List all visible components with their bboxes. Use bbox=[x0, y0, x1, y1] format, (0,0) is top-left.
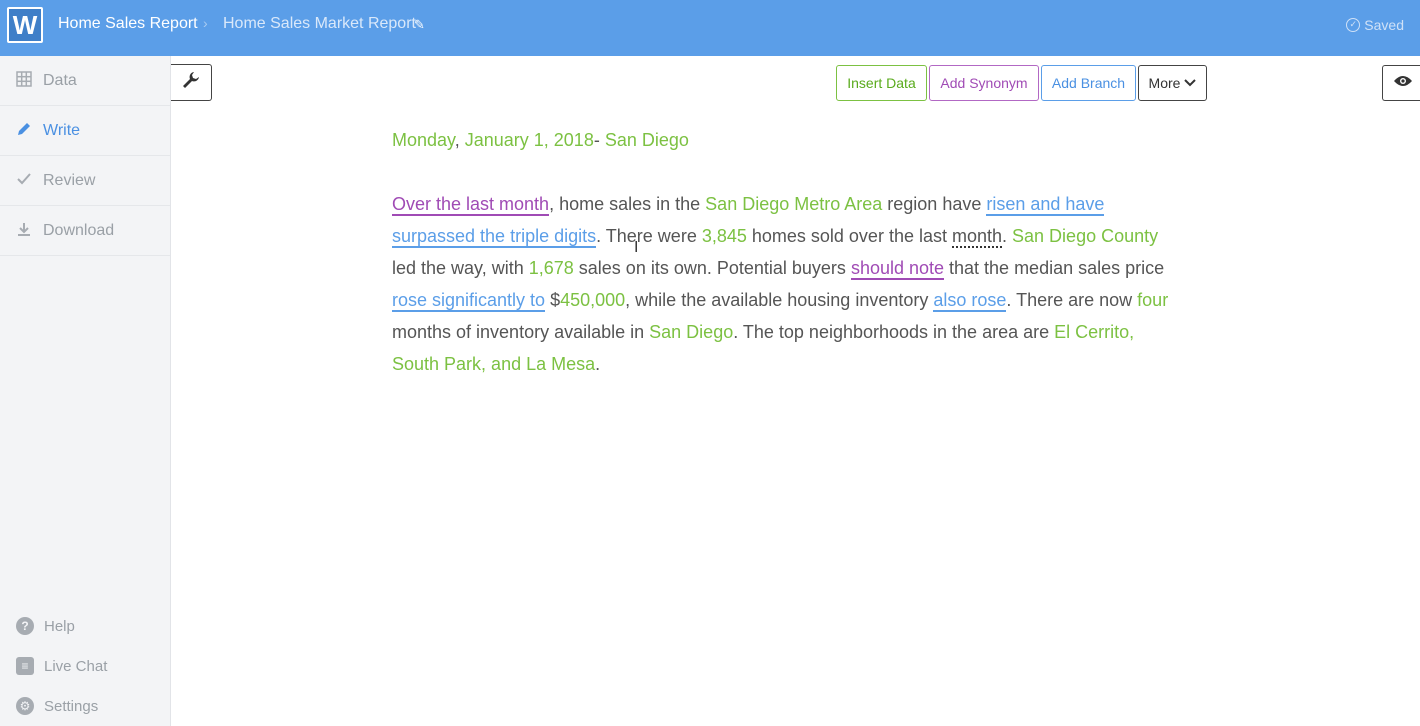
static-text: . The top neighborhoods in the area are bbox=[733, 322, 1055, 342]
add-branch-button[interactable]: Add Branch bbox=[1041, 65, 1136, 101]
data-token-day[interactable]: Monday bbox=[392, 130, 455, 150]
pencil-icon bbox=[15, 121, 33, 141]
chat-icon: ≡ bbox=[16, 657, 34, 675]
static-text: , while the available housing inventory bbox=[625, 290, 934, 310]
data-token-date[interactable]: January 1, 2018 bbox=[465, 130, 594, 150]
synonym-token[interactable]: Over the last month bbox=[392, 194, 550, 216]
sidebar-item-help[interactable]: ? Help bbox=[0, 606, 171, 646]
sidebar-item-label: Live Chat bbox=[44, 657, 108, 675]
static-text: region have bbox=[882, 194, 987, 214]
sidebar-item-label: Settings bbox=[44, 697, 99, 715]
top-bar: W Home Sales Report › Home Sales Market … bbox=[0, 0, 1420, 56]
saved-status: ✓ Saved bbox=[1346, 17, 1404, 33]
data-token[interactable]: four bbox=[1137, 290, 1168, 310]
sidebar-item-review[interactable]: Review bbox=[0, 156, 170, 206]
data-token[interactable]: 450,000 bbox=[560, 290, 625, 310]
saved-label: Saved bbox=[1364, 17, 1404, 33]
static-text: homes sold over the last bbox=[746, 226, 952, 246]
sidebar-bottom: ? Help ≡ Live Chat ⚙ Settings bbox=[0, 606, 171, 726]
sidebar-item-live-chat[interactable]: ≡ Live Chat bbox=[0, 646, 171, 686]
branch-token[interactable]: also rose bbox=[933, 290, 1007, 312]
help-icon: ? bbox=[16, 617, 34, 635]
sidebar-item-label: Write bbox=[43, 121, 81, 139]
grid-icon bbox=[15, 70, 33, 91]
eye-icon bbox=[1393, 74, 1413, 93]
branch-token[interactable]: rose significantly to bbox=[392, 290, 546, 312]
breadcrumb-document-title[interactable]: Home Sales Market Report bbox=[223, 15, 416, 33]
static-text: . bbox=[1002, 226, 1013, 246]
add-synonym-button[interactable]: Add Synonym bbox=[929, 65, 1039, 101]
narrative-paragraph[interactable]: Over the last month, home sales in the S… bbox=[392, 188, 1182, 380]
static-text: months of inventory available in bbox=[392, 322, 650, 342]
sidebar-item-label: Data bbox=[43, 71, 77, 89]
static-text: that the median sales price bbox=[944, 258, 1165, 278]
preview-button[interactable] bbox=[1382, 65, 1420, 101]
data-token[interactable]: San Diego Metro Area bbox=[705, 194, 882, 214]
wrench-icon bbox=[181, 70, 201, 95]
static-text: sales on its own. Potential buyers bbox=[573, 258, 851, 278]
sidebar: Data Write Review Download ? Help ≡ Live… bbox=[0, 56, 171, 726]
synonym-token[interactable]: should note bbox=[850, 258, 945, 280]
sidebar-item-label: Download bbox=[43, 221, 115, 239]
date-comma: , bbox=[454, 130, 460, 150]
sidebar-item-label: Help bbox=[44, 617, 75, 635]
static-text: , home sales in the bbox=[549, 194, 706, 214]
edit-pencil-icon[interactable]: ✎ bbox=[414, 17, 425, 33]
download-icon bbox=[15, 221, 33, 241]
static-text: . bbox=[595, 354, 601, 374]
sidebar-item-settings[interactable]: ⚙ Settings bbox=[0, 686, 171, 726]
more-dropdown-button[interactable]: More bbox=[1138, 65, 1207, 101]
text-cursor-icon: I bbox=[634, 239, 639, 256]
sidebar-item-write[interactable]: Write bbox=[0, 106, 170, 156]
static-text: . There are now bbox=[1006, 290, 1138, 310]
chevron-down-icon bbox=[1184, 75, 1197, 91]
data-token[interactable]: 1,678 bbox=[529, 258, 574, 278]
static-text: . There were bbox=[596, 226, 702, 246]
dotted-token[interactable]: month bbox=[951, 226, 1003, 248]
data-token[interactable]: San Diego bbox=[649, 322, 733, 342]
sidebar-item-label: Review bbox=[43, 171, 96, 189]
sidebar-item-download[interactable]: Download bbox=[0, 206, 170, 256]
check-circle-icon: ✓ bbox=[1346, 18, 1361, 32]
data-token[interactable]: 3,845 bbox=[702, 226, 747, 246]
more-label: More bbox=[1148, 75, 1181, 91]
static-text: $ bbox=[545, 290, 561, 310]
breadcrumb-home[interactable]: Home Sales Report bbox=[58, 15, 198, 33]
data-token-city[interactable]: San Diego bbox=[605, 130, 689, 150]
data-token[interactable]: San Diego County bbox=[1012, 226, 1158, 246]
tools-button[interactable] bbox=[171, 64, 212, 101]
sidebar-item-data[interactable]: Data bbox=[0, 56, 170, 106]
breadcrumb-separator-icon: › bbox=[203, 15, 208, 31]
date-line: Monday, January 1, 2018- San Diego bbox=[392, 130, 689, 151]
check-icon bbox=[15, 171, 33, 191]
app-logo[interactable]: W bbox=[7, 7, 43, 43]
insert-data-button[interactable]: Insert Data bbox=[836, 65, 927, 101]
static-text: led the way, with bbox=[392, 258, 529, 278]
date-dash: - bbox=[593, 130, 600, 150]
gear-icon: ⚙ bbox=[16, 697, 34, 715]
